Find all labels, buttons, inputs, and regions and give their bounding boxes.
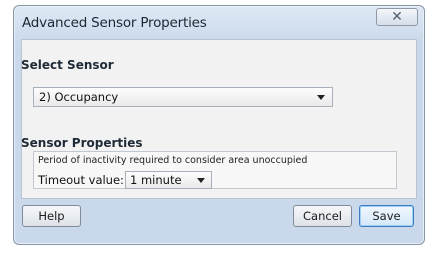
chevron-down-icon [317, 95, 325, 100]
save-button[interactable]: Save [359, 205, 414, 227]
select-sensor-heading: Select Sensor [21, 58, 114, 72]
sensor-select-value: 2) Occupancy [39, 90, 119, 104]
window-title: Advanced Sensor Properties [22, 15, 207, 31]
chevron-down-icon [197, 178, 205, 183]
close-button[interactable]: ✕ [376, 8, 418, 26]
sensor-select[interactable]: 2) Occupancy [33, 87, 333, 107]
timeout-select-value: 1 minute [130, 173, 182, 187]
sensor-properties-panel: Period of inactivity required to conside… [33, 151, 397, 189]
close-icon: ✕ [391, 9, 403, 25]
cancel-button[interactable]: Cancel [293, 205, 352, 227]
help-button[interactable]: Help [22, 205, 81, 227]
title-bar[interactable]: Advanced Sensor Properties ✕ [14, 6, 424, 38]
inactivity-description: Period of inactivity required to conside… [38, 155, 308, 166]
timeout-select[interactable]: 1 minute [125, 171, 212, 189]
sensor-properties-heading: Sensor Properties [21, 136, 143, 150]
timeout-label: Timeout value: [38, 173, 124, 187]
